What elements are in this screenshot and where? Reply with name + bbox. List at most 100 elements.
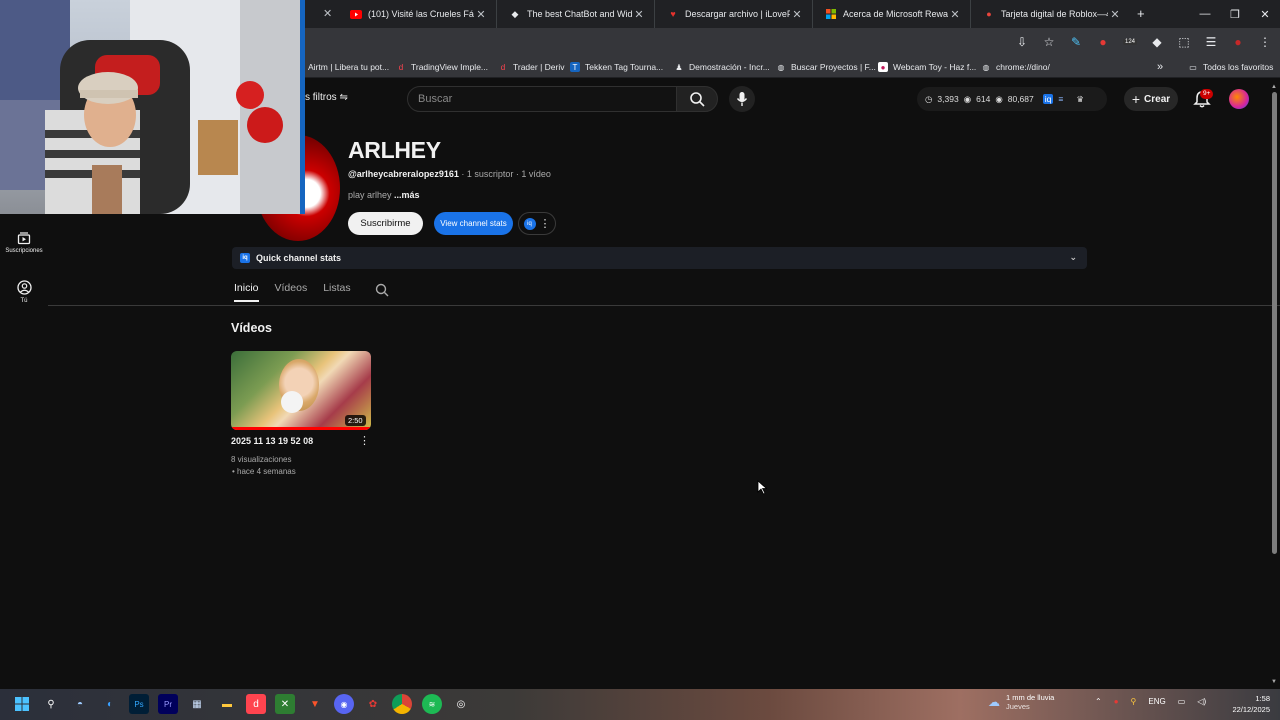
search-icon[interactable]: ⚲ xyxy=(41,694,61,714)
tab-ilovepdf[interactable]: ♥ Descargar archivo | iLovePDF ✕ xyxy=(654,0,812,28)
chevron-down-icon[interactable]: ⌄ xyxy=(1069,252,1077,263)
more-vert-icon[interactable]: ⋮ xyxy=(359,434,370,447)
install-app-icon[interactable]: ⇩ xyxy=(1015,35,1029,49)
extension-icon[interactable]: ✎ xyxy=(1069,35,1083,49)
language-indicator[interactable]: ENG xyxy=(1148,697,1165,706)
tab-videos[interactable]: Vídeos xyxy=(275,282,308,302)
subscribe-button[interactable]: Suscribirme xyxy=(348,212,423,235)
channel-description[interactable]: play arlhey ...más xyxy=(348,190,420,200)
microphone-icon[interactable]: ⚲ xyxy=(1131,697,1137,706)
chatbot-icon: ◆ xyxy=(511,8,519,19)
close-window-icon[interactable]: ✕ xyxy=(1250,8,1280,21)
search-button[interactable] xyxy=(676,86,718,112)
channel-name: ARLHEY xyxy=(348,137,441,163)
spotify-icon[interactable]: ≋ xyxy=(422,694,442,714)
profile-icon[interactable]: ● xyxy=(1231,35,1245,49)
widgets-icon[interactable]: ◓ xyxy=(70,694,90,714)
brave-icon[interactable]: ▼ xyxy=(305,694,325,714)
taskbar-clock[interactable]: 1:58 22/12/2025 xyxy=(1222,693,1270,715)
create-button[interactable]: + Crear xyxy=(1124,87,1178,111)
tab-inicio[interactable]: Inicio xyxy=(234,282,259,302)
extension-icon[interactable]: ◆ xyxy=(1150,35,1164,49)
bookmark-item[interactable]: T Tekken Tag Tourna... xyxy=(570,56,663,78)
tab-microsoft-rewards[interactable]: Acerca de Microsoft Rewards ✕ xyxy=(812,0,970,28)
all-favorites-label: Todos los favoritos xyxy=(1203,62,1274,72)
guide-item-you[interactable]: Tú xyxy=(0,280,48,304)
close-tab-icon[interactable]: ✕ xyxy=(948,8,962,21)
bookmark-star-icon[interactable]: ☆ xyxy=(1042,35,1056,49)
volume-icon[interactable]: ◁) xyxy=(1197,697,1206,706)
guide-item-subscriptions[interactable]: Suscripciones xyxy=(0,231,48,254)
close-tab-icon[interactable]: ✕ xyxy=(632,8,646,21)
system-tray: ⌃ ● ⚲ ENG ▭ ◁) xyxy=(1095,697,1206,706)
tab-listas[interactable]: Listas xyxy=(323,282,350,302)
webcam-image xyxy=(0,0,305,214)
close-tab-icon[interactable]: ✕ xyxy=(1108,8,1122,21)
guide-label: Suscripciones xyxy=(5,248,43,254)
search-input[interactable]: Buscar xyxy=(407,86,677,112)
account-avatar[interactable] xyxy=(1229,89,1249,109)
filters-button[interactable]: s filtros ⇋ xyxy=(305,92,348,103)
chevron-up-icon[interactable]: ⌃ xyxy=(1095,697,1102,706)
menu-dots-icon[interactable]: ⋮ xyxy=(1258,35,1272,49)
deriv-icon[interactable]: d xyxy=(246,694,266,714)
restore-icon[interactable]: ❐ xyxy=(1220,8,1250,21)
search-icon[interactable] xyxy=(375,283,389,297)
windows-start-icon[interactable] xyxy=(12,694,32,714)
stat-value: 614 xyxy=(976,94,991,104)
premiere-icon[interactable]: Pr xyxy=(158,694,178,714)
chrome-icon[interactable] xyxy=(392,694,412,714)
edge-icon[interactable]: ◐ xyxy=(100,694,120,714)
file-explorer-icon[interactable]: ▬ xyxy=(217,694,237,714)
create-label: Crear xyxy=(1144,93,1171,105)
obs-icon[interactable]: ◎ xyxy=(451,694,471,714)
section-title: Vídeos xyxy=(231,321,272,335)
all-favorites-folder[interactable]: ▭ Todos los favoritos xyxy=(1188,56,1273,78)
channel-handle: @arlheycabreralopez9161 xyxy=(348,169,459,179)
video-title[interactable]: 2025 11 13 19 52 08 xyxy=(231,436,313,446)
app-icon[interactable]: ✿ xyxy=(363,694,383,714)
weather-widget[interactable]: ☁ 1 mm de lluvia Jueves xyxy=(988,693,1054,711)
xbox-icon[interactable]: ✕ xyxy=(275,694,295,714)
close-tab-icon[interactable]: ✕ xyxy=(323,7,332,20)
quick-channel-stats-bar[interactable]: iq Quick channel stats ⌄ xyxy=(232,247,1087,269)
voice-search-button[interactable] xyxy=(729,86,755,112)
channel-stats-extension[interactable]: ◷ 3,393 ◉ 614 ◉ 80,687 iq ≡ ♛ xyxy=(917,87,1107,111)
scroll-down-icon[interactable]: ▼ xyxy=(1271,679,1277,685)
bookmark-item[interactable]: Airtm | Libera tu pot... xyxy=(308,56,389,78)
view-channel-stats-button[interactable]: View channel stats xyxy=(434,212,513,235)
photoshop-icon[interactable]: Ps xyxy=(129,694,149,714)
extension-icon[interactable]: ● xyxy=(1096,35,1110,49)
clock-icon: ◷ xyxy=(925,93,933,104)
quick-stats-label: Quick channel stats xyxy=(256,253,342,263)
minimize-icon[interactable]: — xyxy=(1190,8,1220,20)
store-icon[interactable]: ▦ xyxy=(187,694,207,714)
new-tab-button[interactable]: + xyxy=(1137,6,1145,21)
tab-chatbot[interactable]: ◆ The best ChatBot and Widgets ✕ xyxy=(496,0,654,28)
more-link[interactable]: ...más xyxy=(394,190,420,200)
reading-list-icon[interactable]: ☰ xyxy=(1204,35,1218,49)
vidiq-menu-button[interactable]: iq ⋮ xyxy=(518,212,556,235)
bookmark-item[interactable]: ♟ Demostración - Incr... xyxy=(674,56,769,78)
bookmark-item[interactable]: ● Webcam Toy - Haz f... xyxy=(878,56,976,78)
tray-app-icon[interactable]: ● xyxy=(1114,697,1119,706)
puzzle-icon[interactable]: ⬚ xyxy=(1177,35,1191,49)
bookmark-item[interactable]: d TradingView Imple... xyxy=(396,56,488,78)
rain-cloud-icon: ☁ xyxy=(988,695,1000,709)
bookmarks-overflow[interactable]: » xyxy=(1157,56,1163,78)
bookmark-item[interactable]: ◍ Buscar Proyectos | F... xyxy=(776,56,876,78)
network-icon[interactable]: ▭ xyxy=(1178,697,1186,706)
extension-badge-icon[interactable]: 124 xyxy=(1123,39,1137,45)
ilovepdf-icon: ♥ xyxy=(670,9,676,19)
close-tab-icon[interactable]: ✕ xyxy=(474,8,488,21)
scroll-up-icon[interactable]: ▲ xyxy=(1271,84,1277,90)
discord-icon[interactable]: ◉ xyxy=(334,694,354,714)
scrollbar-thumb[interactable] xyxy=(1272,92,1277,554)
tab-roblox[interactable]: ● Tarjeta digital de Roblox—400 ✕ xyxy=(970,0,1130,28)
bookmark-item[interactable]: ◍ chrome://dino/ xyxy=(981,56,1050,78)
close-tab-icon[interactable]: ✕ xyxy=(790,8,804,21)
bookmark-item[interactable]: d Trader | Deriv xyxy=(498,56,565,78)
vidiq-icon: iq xyxy=(523,217,536,230)
youtube-icon xyxy=(350,8,362,20)
tab-youtube[interactable]: (101) Visité las Crueles Fábricas ✕ xyxy=(338,0,496,28)
